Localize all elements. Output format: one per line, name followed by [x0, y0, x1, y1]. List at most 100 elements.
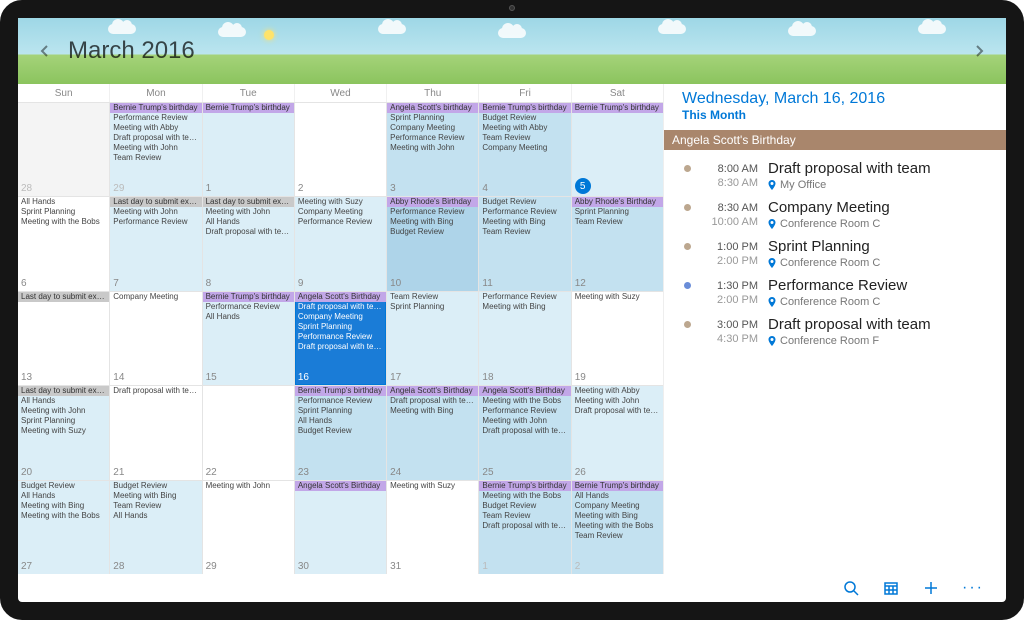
day-cell[interactable]: Budget ReviewMeeting with BingTeam Revie… — [110, 481, 202, 574]
day-cell[interactable]: Bernie Trump's birthdayPerformance Revie… — [203, 292, 295, 385]
calendar-event[interactable]: Performance Review — [479, 406, 570, 416]
allday-banner[interactable]: Angela Scott's birthday — [387, 103, 478, 113]
allday-banner[interactable]: Bernie Trump's birthday — [479, 481, 570, 491]
calendar-event[interactable]: Meeting with Abby — [110, 123, 201, 133]
allday-banner[interactable]: Abby Rhode's Birthday — [387, 197, 478, 207]
calendar-event[interactable]: Company Meeting — [387, 123, 478, 133]
calendar-event[interactable]: Draft proposal with team — [110, 386, 201, 396]
allday-banner[interactable]: Angela Scott's Birthday — [479, 386, 570, 396]
calendar-view-icon[interactable] — [882, 579, 900, 597]
calendar-event[interactable]: Budget Review — [479, 113, 570, 123]
day-cell[interactable]: Angela Scott's BirthdayMeeting with the … — [479, 386, 571, 479]
allday-banner[interactable]: Angela Scott's Birthday — [295, 292, 386, 302]
calendar-event[interactable]: Performance Review — [387, 207, 478, 217]
calendar-event[interactable]: Meeting with John — [479, 416, 570, 426]
calendar-event[interactable]: Meeting with John — [18, 406, 109, 416]
calendar-event[interactable]: Meeting with John — [572, 396, 663, 406]
day-cell[interactable]: Meeting with AbbyMeeting with JohnDraft … — [572, 386, 663, 479]
add-event-button[interactable] — [922, 579, 940, 597]
calendar-event[interactable]: Meeting with Bing — [572, 511, 663, 521]
allday-banner[interactable]: Bernie Trump's birthday — [295, 386, 386, 396]
calendar-event[interactable]: Draft proposal with team — [387, 396, 478, 406]
day-cell[interactable]: Meeting with Suzy19 — [572, 292, 663, 385]
calendar-event[interactable]: Meeting with Bing — [18, 501, 109, 511]
calendar-event[interactable]: Performance Review — [479, 207, 570, 217]
day-cell[interactable]: Team ReviewSprint Planning17 — [387, 292, 479, 385]
day-cell[interactable]: Bernie Trump's birthday5 — [572, 103, 663, 196]
prev-month-button[interactable] — [36, 42, 54, 60]
calendar-event[interactable]: Draft proposal with team — [479, 426, 570, 436]
calendar-event[interactable]: Meeting with the Bobs — [479, 491, 570, 501]
calendar-event[interactable]: All Hands — [18, 491, 109, 501]
calendar-event[interactable]: Budget Review — [479, 197, 570, 207]
calendar-event[interactable]: Meeting with Suzy — [18, 426, 109, 436]
calendar-event[interactable]: Meeting with the Bobs — [18, 511, 109, 521]
calendar-event[interactable]: Team Review — [110, 501, 201, 511]
day-cell[interactable]: Performance ReviewMeeting with Bing18 — [479, 292, 571, 385]
calendar-event[interactable]: Meeting with Bing — [387, 217, 478, 227]
day-cell[interactable]: Bernie Trump's birthdayPerformance Revie… — [295, 386, 387, 479]
calendar-event[interactable]: Performance Review — [203, 302, 294, 312]
calendar-event[interactable]: Sprint Planning — [295, 322, 386, 332]
day-cell[interactable]: Angela Scott's Birthday30 — [295, 481, 387, 574]
calendar-event[interactable]: Meeting with Abby — [572, 386, 663, 396]
allday-event-bar[interactable]: Angela Scott's Birthday — [664, 130, 1006, 150]
more-menu-button[interactable]: ··· — [962, 579, 984, 597]
calendar-event[interactable]: Sprint Planning — [18, 416, 109, 426]
calendar-event[interactable]: Meeting with Bing — [479, 302, 570, 312]
day-cell[interactable]: 2 — [295, 103, 387, 196]
calendar-event[interactable]: Draft proposal with team — [203, 227, 294, 237]
search-icon[interactable] — [842, 579, 860, 597]
calendar-event[interactable]: All Hands — [18, 396, 109, 406]
day-cell[interactable]: Budget ReviewPerformance ReviewMeeting w… — [479, 197, 571, 290]
day-cell[interactable]: 28 — [18, 103, 110, 196]
calendar-event[interactable]: Sprint Planning — [295, 406, 386, 416]
calendar-event[interactable]: Company Meeting — [110, 292, 201, 302]
day-cell[interactable]: Budget ReviewAll HandsMeeting with BingM… — [18, 481, 110, 574]
allday-banner[interactable]: Bernie Trump's birthday — [479, 103, 570, 113]
calendar-event[interactable]: Meeting with the Bobs — [479, 396, 570, 406]
calendar-event[interactable]: Draft proposal with team — [110, 133, 201, 143]
agenda-item[interactable]: 1:00 PM2:00 PMSprint PlanningConference … — [682, 238, 988, 269]
day-cell[interactable]: Last day to submit expenseMeeting with J… — [203, 197, 295, 290]
calendar-event[interactable]: Draft proposal with team — [479, 521, 570, 531]
day-cell[interactable]: Angela Scott's BirthdayDraft proposal wi… — [295, 292, 387, 385]
calendar-event[interactable]: All Hands — [203, 312, 294, 322]
day-cell[interactable]: Bernie Trump's birthday1 — [203, 103, 295, 196]
calendar-event[interactable]: Company Meeting — [295, 207, 386, 217]
calendar-event[interactable]: All Hands — [110, 511, 201, 521]
calendar-event[interactable]: Performance Review — [110, 217, 201, 227]
calendar-event[interactable]: Team Review — [479, 511, 570, 521]
allday-banner[interactable]: Angela Scott's Birthday — [295, 481, 386, 491]
calendar-event[interactable]: Meeting with Suzy — [387, 481, 478, 491]
calendar-event[interactable]: Team Review — [110, 153, 201, 163]
calendar-event[interactable]: Meeting with Suzy — [295, 197, 386, 207]
calendar-event[interactable]: Company Meeting — [572, 501, 663, 511]
calendar-event[interactable]: All Hands — [18, 197, 109, 207]
calendar-event[interactable]: Budget Review — [110, 481, 201, 491]
day-cell[interactable]: Bernie Trump's birthdayBudget ReviewMeet… — [479, 103, 571, 196]
day-cell[interactable]: Abby Rhode's BirthdaySprint PlanningTeam… — [572, 197, 663, 290]
agenda-item[interactable]: 8:30 AM10:00 AMCompany MeetingConference… — [682, 199, 988, 230]
calendar-event[interactable]: Performance Review — [110, 113, 201, 123]
calendar-event[interactable]: Meeting with John — [387, 143, 478, 153]
allday-banner[interactable]: Bernie Trump's birthday — [572, 103, 663, 113]
calendar-event[interactable]: Team Review — [479, 227, 570, 237]
day-cell[interactable]: Bernie Trump's birthdayPerformance Revie… — [110, 103, 202, 196]
calendar-event[interactable]: Meeting with John — [203, 481, 294, 491]
calendar-event[interactable]: Sprint Planning — [18, 207, 109, 217]
day-cell[interactable]: Angela Scott's BirthdayDraft proposal wi… — [387, 386, 479, 479]
calendar-event[interactable]: Meeting with Abby — [479, 123, 570, 133]
allday-banner[interactable]: Last day to submit expense — [18, 292, 109, 302]
calendar-event[interactable]: Meeting with the Bobs — [18, 217, 109, 227]
calendar-event[interactable]: Meeting with the Bobs — [572, 521, 663, 531]
calendar-event[interactable]: Performance Review — [295, 332, 386, 342]
allday-banner[interactable]: Last day to submit expense — [18, 386, 109, 396]
calendar-event[interactable]: Performance Review — [387, 133, 478, 143]
day-cell[interactable]: Meeting with SuzyCompany MeetingPerforma… — [295, 197, 387, 290]
calendar-event[interactable]: Team Review — [387, 292, 478, 302]
allday-banner[interactable]: Last day to submit expense — [203, 197, 294, 207]
calendar-event[interactable]: Company Meeting — [295, 312, 386, 322]
calendar-event[interactable]: All Hands — [203, 217, 294, 227]
calendar-event[interactable]: Meeting with Bing — [387, 406, 478, 416]
